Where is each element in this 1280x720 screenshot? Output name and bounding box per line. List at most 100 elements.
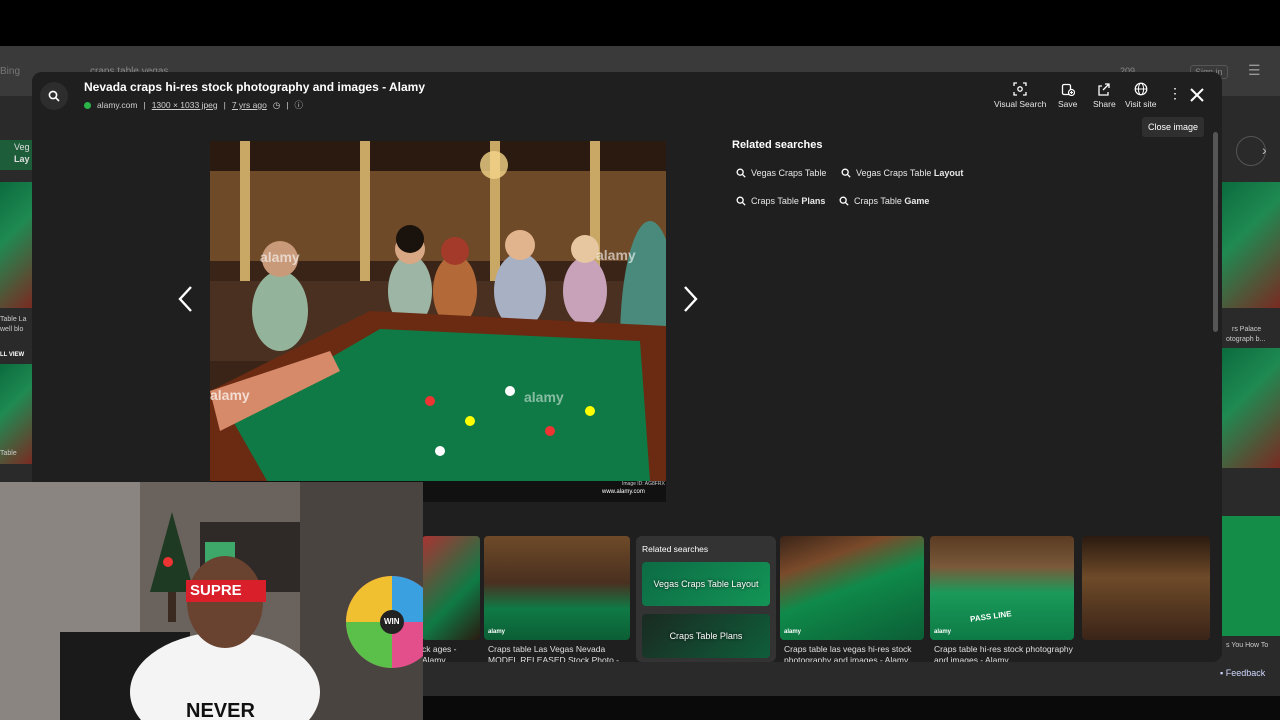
visual-search-icon (1013, 82, 1027, 96)
similar-image-source: alamy (488, 629, 506, 635)
watermark-3: alamy (210, 387, 250, 403)
bg-left-text-1: Veg (14, 142, 30, 152)
watermark-1: alamy (260, 249, 300, 265)
search-icon (841, 168, 851, 178)
related-search-item[interactable]: Vegas Craps Table Layout (837, 162, 967, 184)
search-icon (736, 196, 746, 206)
shirt-text: NEVER (186, 700, 255, 720)
related-search-item[interactable]: Craps Table Game (835, 190, 933, 212)
similar-image-source: alamy (934, 629, 952, 635)
similar-image-caption[interactable]: ck ages - Alamy (422, 644, 480, 662)
related-searches-card: Related searches Vegas Craps Table Layou… (636, 536, 776, 662)
watermark-4: alamy (524, 389, 564, 405)
menu-icon[interactable]: ☰ (1248, 62, 1261, 79)
modal-header: Nevada craps hi-res stock photography an… (32, 72, 1222, 120)
close-icon (1190, 88, 1204, 102)
similar-image-caption[interactable]: Craps table hi-res stock photography and… (934, 644, 1074, 662)
related-item-bold: Plans (801, 196, 826, 206)
bg-thumb-left-2[interactable] (0, 364, 32, 464)
watermark-2: alamy (596, 247, 636, 263)
related-item-text: Craps Table (854, 196, 905, 206)
chevron-left-icon (178, 286, 192, 312)
image-title[interactable]: Nevada craps hi-res stock photography an… (84, 80, 425, 94)
bg-right-text-1: rs Palace (1232, 326, 1262, 333)
bg-left-text-3: Table La (0, 316, 27, 323)
search-icon (736, 168, 746, 178)
close-image-tooltip: Close image (1142, 117, 1205, 137)
meta-separator: | (143, 100, 146, 110)
related-search-item[interactable]: Vegas Craps Table (732, 162, 830, 184)
related-search-item[interactable]: Craps Table Plans (732, 190, 829, 212)
close-button[interactable] (1188, 86, 1206, 109)
search-button[interactable] (40, 82, 68, 110)
save-button[interactable]: Save (1058, 82, 1077, 109)
previous-image-button[interactable] (174, 284, 198, 319)
bg-right-text-2: otograph b... (1226, 336, 1266, 343)
similar-image-thumb[interactable] (1082, 536, 1210, 640)
main-image[interactable]: alamy alamy alamy alamy Image ID: AG8FRX… (210, 141, 666, 502)
related-card-item[interactable]: Vegas Craps Table Layout (642, 562, 770, 606)
age-link[interactable]: 7 yrs ago (232, 100, 267, 110)
bg-right-text-3: s You How To (1226, 642, 1269, 649)
source-link[interactable]: alamy.com (97, 100, 137, 110)
related-card-item[interactable]: Craps Table Plans (642, 614, 770, 658)
wheel-label: WIN (384, 617, 400, 626)
visual-search-button[interactable]: Visual Search (994, 82, 1046, 109)
image-id: Image ID: AG8FRX (622, 481, 665, 487)
bg-thumb-left-1[interactable] (0, 182, 32, 308)
dimensions-link[interactable]: 1300 × 1033 jpeg (152, 100, 218, 110)
similar-image-thumb[interactable] (484, 536, 630, 640)
image-url: www.alamy.com (602, 489, 645, 495)
similar-image-thumb[interactable] (422, 536, 480, 640)
globe-icon (1134, 82, 1148, 96)
meta-separator: | (223, 100, 226, 110)
more-options-icon[interactable]: ⋮ (1168, 86, 1182, 100)
share-icon (1098, 83, 1110, 96)
pass-line-text: PASS LINE (969, 609, 1013, 624)
similar-images-strip: ck ages - Alamy alamy Craps table Las Ve… (422, 536, 1222, 662)
related-item-text: Vegas Craps Table (751, 168, 827, 178)
bg-thumb-right-1[interactable] (1222, 182, 1280, 308)
bg-left-text-4: well blo (0, 326, 24, 333)
bg-thumb-right-2[interactable] (1222, 348, 1280, 468)
chevron-right-icon (684, 286, 698, 312)
webcam-scene (0, 482, 423, 720)
related-item-bold: Layout (933, 168, 964, 178)
webcam-overlay: SUPRE NEVER WIN (0, 482, 423, 720)
similar-image-caption[interactable]: Craps table Las Vegas Nevada MODEL RELEA… (488, 644, 628, 662)
history-icon: ◷ (272, 99, 281, 110)
next-image-button[interactable] (678, 284, 702, 319)
meta-separator: | (286, 100, 289, 110)
bg-thumb-right-3[interactable] (1222, 516, 1280, 636)
similar-image-source: alamy (784, 629, 802, 635)
image-meta: alamy.com | 1300 × 1033 jpeg | 7 yrs ago… (84, 99, 303, 111)
similar-image-thumb[interactable] (780, 536, 924, 640)
bg-left-text-5: LL VIEW (0, 352, 25, 358)
headband-text: SUPRE (190, 582, 242, 599)
bg-left-text-6: Table (0, 450, 17, 457)
share-label: Share (1093, 99, 1116, 109)
related-item-text: Vegas Craps Table (856, 168, 934, 178)
similar-image-thumb[interactable]: PASS LINE (930, 536, 1074, 640)
save-icon (1061, 83, 1075, 96)
vertical-scrollbar[interactable] (1213, 132, 1218, 332)
related-item-bold: Game (904, 196, 930, 206)
source-favicon-icon (84, 101, 91, 109)
visual-search-label: Visual Search (994, 99, 1047, 109)
info-icon[interactable]: ⓘ (294, 99, 303, 111)
save-label: Save (1058, 99, 1078, 109)
related-item-text: Craps Table (751, 196, 802, 206)
visit-site-button[interactable]: Visit site (1125, 82, 1157, 109)
search-icon (839, 196, 849, 206)
similar-image-caption[interactable]: Craps table las vegas hi-res stock photo… (784, 644, 924, 662)
bing-label[interactable]: Bing (0, 66, 20, 77)
related-card-title: Related searches (642, 544, 709, 554)
share-button[interactable]: Share (1093, 82, 1116, 109)
chevron-right-icon[interactable]: › (1262, 142, 1267, 158)
related-card-item-label: Craps Table Plans (669, 631, 743, 641)
feedback-link[interactable]: ▪ Feedback (1220, 668, 1265, 678)
search-icon (48, 90, 60, 102)
related-searches-title: Related searches (732, 139, 823, 151)
casino-craps-photo (210, 141, 666, 502)
bg-left-text-2: Lay (14, 154, 30, 164)
